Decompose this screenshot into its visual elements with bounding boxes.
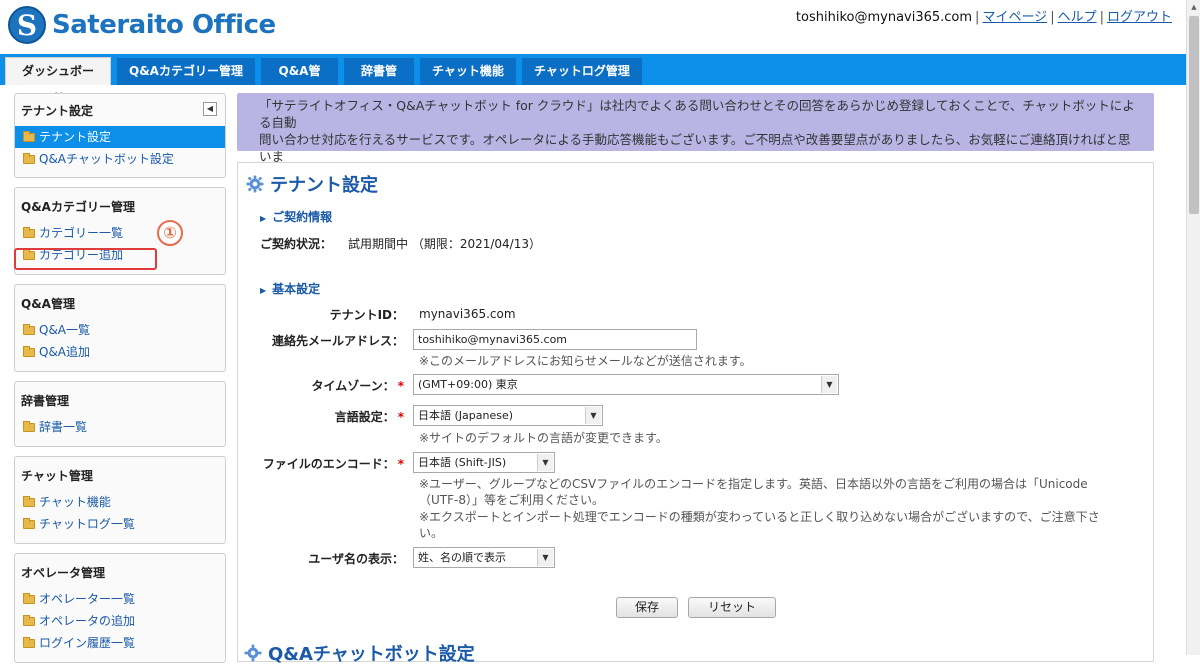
mypage-link[interactable]: マイページ [982,10,1047,25]
sidebar-section-title: 辞書管理 [21,394,70,408]
sidebar: テナント設定 ◀ テナント設定 Q&Aチャットボット設定 Q&Aカテゴリー管理 … [14,93,226,672]
sidebar-item-chatbot-settings[interactable]: Q&Aチャットボット設定 [15,148,225,170]
folder-icon [23,226,35,238]
folder-icon [23,420,35,432]
logout-link[interactable]: ログアウト [1107,10,1172,25]
sidebar-section-qa: Q&A管理 Q&A一覧 Q&A追加 [14,284,226,372]
folder-icon [23,152,35,164]
sidebar-item-category-list[interactable]: カテゴリー一覧 [15,222,225,244]
sidebar-item-login-history[interactable]: ログイン履歴一覧 [15,632,225,654]
sidebar-section-title: オペレータ管理 [21,566,106,580]
sidebar-section-title: Q&A管理 [21,297,75,311]
sidebar-section-title: チャット管理 [21,469,93,483]
required-mark: * [397,457,404,471]
tenant-id-label: テナントID： [329,308,404,322]
chatbot-settings-title-text: Q&Aチャットボット設定 [268,644,475,665]
annotation-highlight-box [14,248,157,270]
tab-qa[interactable]: Q&A管理 [261,58,338,105]
chevron-down-icon: ▼ [585,407,601,424]
encode-select[interactable]: 日本語 (Shift-JIS) ▼ [413,452,555,473]
sidebar-item-dictionary-list[interactable]: 辞書一覧 [15,416,225,438]
help-link[interactable]: ヘルプ [1058,10,1097,25]
sidebar-section-dictionary: 辞書管理 辞書一覧 [14,381,226,447]
email-field[interactable]: toshihiko@mynavi365.com [413,329,697,350]
encode-label: ファイルのエンコード： * [262,457,404,471]
sidebar-item-operator-add[interactable]: オペレータの追加 [15,610,225,632]
basic-section-heading: ▶ 基本設定 [260,282,321,296]
sidebar-section-chat: チャット管理 チャット機能 チャットログ一覧 [14,456,226,544]
tenant-id-value: mynavi365.com [419,307,516,321]
logo-mark: S [8,6,46,44]
timezone-label: タイムゾーン： * [311,379,404,393]
tenant-settings-panel: テナント設定 ▶ ご契約情報 ご契約状況： 試用期間中 （期限：2021/04/1… [237,162,1154,662]
service-notice: 「サテライトオフィス・Q&Aチャットボット for クラウド」は社内でよくある問… [237,93,1154,181]
sidebar-item-tenant-settings[interactable]: テナント設定 [15,126,225,148]
page-scrollbar[interactable]: ▲ [1186,0,1200,655]
tab-qa-category[interactable]: Q&Aカテゴリー管理 [117,58,255,85]
main-tab-bar: ダッシュボード Q&Aカテゴリー管理 Q&A管理 辞書管理 チャット機能 チャッ… [0,54,1186,105]
username-display-select[interactable]: 姓、名の順で表示 ▼ [413,547,555,568]
notice-line-1: 「サテライトオフィス・Q&Aチャットボット for クラウド」は社内でよくある問… [259,98,1135,130]
triangle-icon: ▶ [260,286,267,295]
timezone-select[interactable]: (GMT+09:00) 東京 ▼ [413,374,839,395]
scroll-up-icon[interactable]: ▲ [1187,0,1200,14]
sidebar-item-chat[interactable]: チャット機能 [15,491,225,513]
language-select[interactable]: 日本語 (Japanese) ▼ [413,405,603,426]
sidebar-section-title: Q&Aカテゴリー管理 [21,200,135,214]
tab-chat[interactable]: チャット機能 [420,58,516,85]
folder-icon [23,517,35,529]
contract-label: ご契約状況： [260,237,333,251]
gear-icon [244,644,262,662]
email-note: ※このメールアドレスにお知らせメールなどが送信されます。 [419,354,752,368]
scrollbar-thumb[interactable] [1189,16,1199,214]
collapse-sidebar-icon[interactable]: ◀ [203,102,217,116]
required-mark: * [397,410,404,424]
tab-dashboard[interactable]: ダッシュボード [5,57,111,105]
folder-icon [23,345,35,357]
header: S Sateraito Office toshihiko@mynavi365.c… [0,0,1186,54]
sidebar-item-chatlog-list[interactable]: チャットログ一覧 [15,513,225,535]
folder-icon [23,130,35,142]
required-mark: * [397,379,404,393]
sidebar-item-operator-list[interactable]: オペレーター一覧 [15,588,225,610]
language-label: 言語設定： * [334,410,404,424]
contract-value: 試用期間中 （期限：2021/04/13） [348,237,541,251]
logo-text: Sateraito Office [52,10,276,40]
encode-note-2: （UTF-8）」等をご利用ください。 [419,493,604,507]
encode-note-3: ※エクスポートとインポート処理でエンコードの種類が変わっていると正しく取り込めな… [419,510,1100,524]
tab-dictionary[interactable]: 辞書管理 [344,58,414,105]
sidebar-section-operator: オペレータ管理 オペレーター一覧 オペレータの追加 ログイン履歴一覧 [14,553,226,663]
sidebar-item-qa-add[interactable]: Q&A追加 [15,341,225,363]
encode-note-4: い。 [419,526,444,540]
gear-icon [246,175,264,193]
email-label: 連絡先メールアドレス： [271,334,404,348]
notice-line-2: 問い合わせ対応を行えるサービスです。オペレータによる手動応答機能もございます。ご… [259,132,1131,164]
folder-icon [23,614,35,626]
sidebar-section-title: テナント設定 [21,104,94,118]
reset-button[interactable]: リセット [688,597,776,618]
panel-title-text: テナント設定 [270,175,378,196]
triangle-icon: ▶ [260,214,267,223]
folder-icon [23,636,35,648]
user-email: toshihiko@mynavi365.com [795,10,973,25]
logo[interactable]: S Sateraito Office [8,6,276,44]
panel-title: テナント設定 [246,171,378,197]
sidebar-section-tenant: テナント設定 ◀ テナント設定 Q&Aチャットボット設定 [14,93,226,178]
chevron-down-icon: ▼ [821,376,837,393]
user-bar: toshihiko@mynavi365.com | マイページ | ヘルプ | ログアウト [795,10,1172,25]
language-note: ※サイトのデフォルトの言語が変更できます。 [419,431,668,445]
encode-note-1: ※ユーザー、グループなどのCSVファイルのエンコードを指定します。英語、日本語以… [419,477,1088,491]
folder-icon [23,323,35,335]
tab-chatlog[interactable]: チャットログ管理 [522,58,642,85]
folder-icon [23,592,35,604]
chevron-down-icon: ▼ [537,454,553,471]
chevron-down-icon: ▼ [537,549,553,566]
annotation-badge: ① [157,220,183,246]
sidebar-item-qa-list[interactable]: Q&A一覧 [15,319,225,341]
save-button[interactable]: 保存 [616,597,678,618]
contract-section-heading: ▶ ご契約情報 [260,210,333,224]
username-display-label: ユーザ名の表示： [308,552,404,566]
chatbot-settings-title: Q&Aチャットボット設定 [244,640,475,666]
folder-icon [23,495,35,507]
